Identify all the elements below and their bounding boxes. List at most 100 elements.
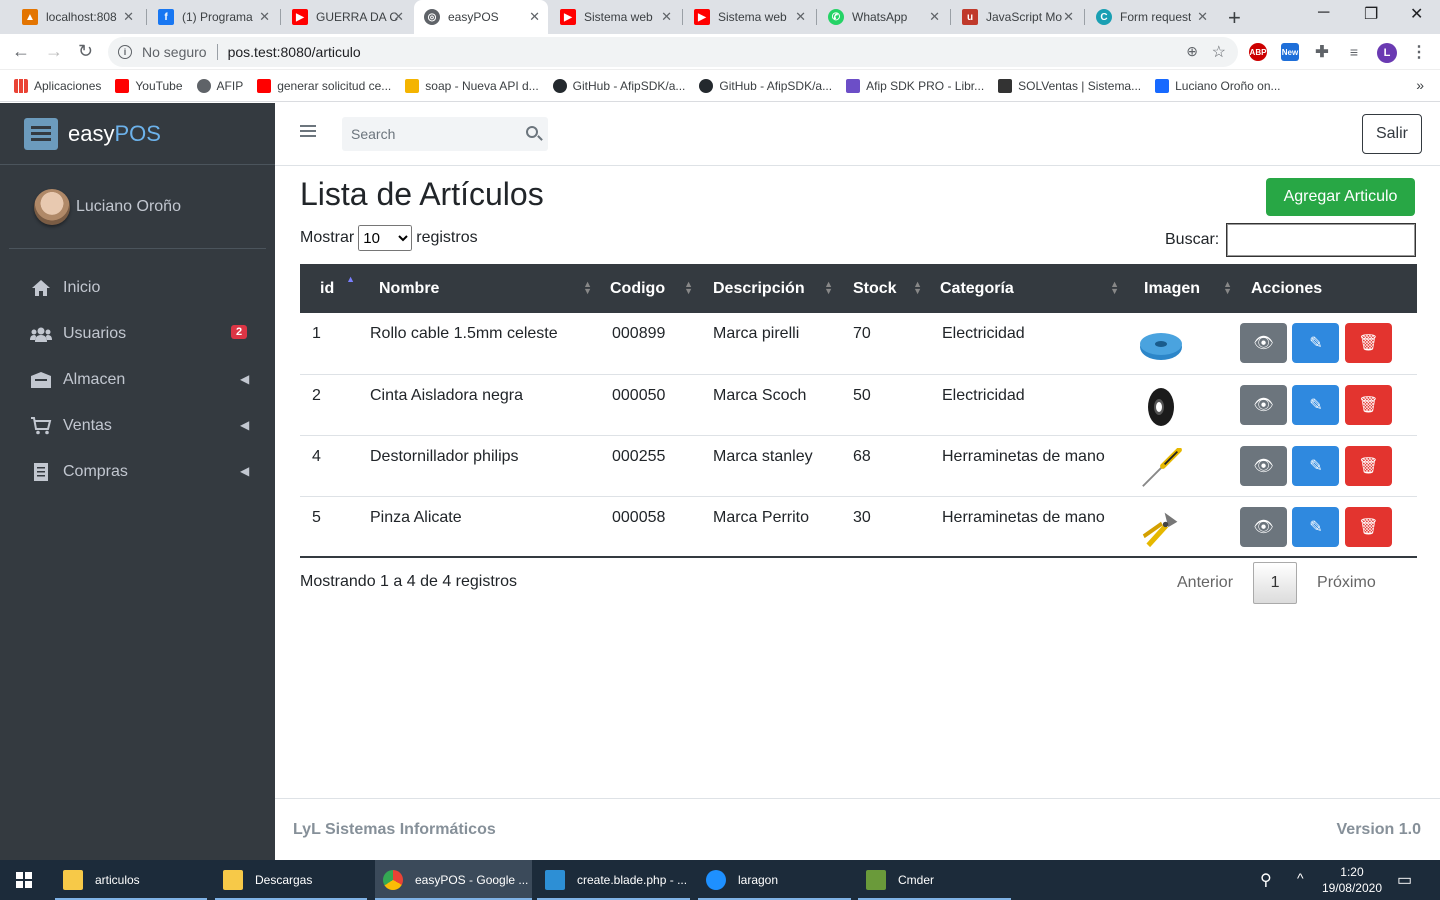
extensions-puzzle-icon[interactable]: ✚ [1313, 43, 1331, 61]
bookmarks-bar: Aplicaciones YouTube AFIP generar solici… [0, 70, 1440, 102]
delete-button[interactable]: 🗑 [1344, 384, 1392, 425]
brand-link[interactable]: easyPOS [0, 103, 275, 165]
taskbar-item-cmder[interactable]: Cmder [858, 860, 1011, 900]
people-icon[interactable]: ⚲ [1260, 870, 1272, 890]
forward-icon[interactable]: → [45, 41, 63, 62]
browser-tab[interactable]: ✆ WhatsApp ✕ [818, 0, 948, 34]
sidebar-item-inicio[interactable]: Inicio [0, 265, 275, 311]
search-input[interactable]: Search [351, 126, 395, 142]
close-icon[interactable]: ✕ [393, 9, 404, 25]
view-button[interactable]: 👁 [1240, 384, 1287, 425]
eye-icon: 👁 [1253, 335, 1274, 352]
taskbar-item-laragon[interactable]: laragon [698, 860, 851, 900]
bookmark-item[interactable]: AFIP [196, 78, 243, 93]
url-text[interactable]: pos.test:8080/articulo [228, 44, 361, 60]
reload-icon[interactable]: ↻ [78, 41, 93, 62]
chevron-right-icon[interactable]: » [1416, 77, 1424, 93]
pagination-previous[interactable]: Anterior [1177, 574, 1233, 592]
bookmark-item[interactable]: soap - Nueva API d... [405, 78, 539, 93]
column-header-id[interactable]: id ▲ [300, 264, 367, 313]
browser-tab[interactable]: ▶ GUERRA DA C ✕ [282, 0, 412, 34]
view-button[interactable]: 👁 [1240, 323, 1287, 363]
browser-tab[interactable]: C Form request ✕ [1086, 0, 1216, 34]
view-button[interactable]: 👁 [1240, 445, 1287, 486]
system-clock[interactable]: 1:20 19/08/2020 [1322, 864, 1382, 896]
browser-tab[interactable]: u JavaScript Mo ✕ [952, 0, 1082, 34]
hamburger-menu-icon[interactable] [300, 125, 316, 137]
sidebar-item-ventas[interactable]: Ventas ◀ [0, 403, 275, 449]
restore-icon[interactable]: ❐ [1364, 4, 1378, 24]
taskbar-item-vscode[interactable]: create.blade.php - ... [537, 860, 690, 900]
notifications-icon[interactable]: ▭ [1397, 870, 1412, 890]
close-icon[interactable]: ✕ [1197, 9, 1208, 25]
taskbar-item-chrome[interactable]: easyPOS - Google ... [375, 860, 532, 900]
column-header-nombre[interactable]: Nombre ▲ ▼ [367, 264, 600, 313]
media-icon[interactable]: ≡ [1345, 43, 1363, 61]
profile-avatar-icon[interactable]: L [1377, 43, 1397, 63]
info-icon[interactable]: i [118, 45, 132, 59]
edit-button[interactable]: ✎ [1292, 384, 1340, 425]
pagination-next[interactable]: Próximo [1317, 574, 1376, 592]
column-header-stock[interactable]: Stock ▲ ▼ [841, 264, 930, 313]
search-icon[interactable] [526, 126, 538, 138]
extension-new-icon[interactable]: New [1281, 43, 1299, 61]
user-name[interactable]: Luciano Oroño [76, 198, 181, 216]
column-header-imagen[interactable]: Imagen ▲ ▼ [1127, 264, 1240, 313]
bookmark-item[interactable]: Aplicaciones [14, 78, 101, 93]
sidebar-item-compras[interactable]: Compras ◀ [0, 449, 275, 495]
window-close-icon[interactable]: ✕ [1410, 4, 1423, 24]
column-header-descripcion[interactable]: Descripción ▲ ▼ [701, 264, 841, 313]
column-header-codigo[interactable]: Codigo ▲ ▼ [600, 264, 701, 313]
close-icon[interactable]: ✕ [1063, 9, 1074, 25]
bookmark-item[interactable]: Afip SDK PRO - Libr... [846, 78, 984, 93]
taskbar-item-descargas[interactable]: Descargas [215, 860, 367, 900]
column-header-categoria[interactable]: Categoría ▲ ▼ [930, 264, 1127, 313]
delete-button[interactable]: 🗑 [1344, 445, 1392, 486]
navbar-search[interactable]: Search [342, 117, 548, 151]
close-icon[interactable]: ✕ [529, 9, 540, 25]
edit-button[interactable]: ✎ [1292, 506, 1340, 547]
edit-button[interactable]: ✎ [1292, 445, 1340, 486]
back-icon[interactable]: ← [12, 41, 30, 62]
bookmark-star-icon[interactable]: ☆ [1212, 42, 1226, 62]
bookmark-item[interactable]: GitHub - AfipSDK/a... [699, 78, 832, 93]
taskbar-item-articulos[interactable]: articulos [55, 860, 207, 900]
close-icon[interactable]: ✕ [661, 9, 672, 25]
sidebar-item-almacen[interactable]: Almacen ◀ [0, 357, 275, 403]
bookmark-item[interactable]: generar solicitud ce... [257, 78, 391, 93]
view-button[interactable]: 👁 [1240, 506, 1287, 547]
tab-favicon-icon: ▲ [22, 9, 38, 25]
close-icon[interactable]: ✕ [929, 9, 940, 25]
browser-tab[interactable]: f (1) Programa ✕ [148, 0, 278, 34]
bookmark-item[interactable]: GitHub - AfipSDK/a... [552, 78, 685, 93]
github-icon [699, 78, 714, 93]
delete-button[interactable]: 🗑 [1344, 323, 1392, 363]
browser-tab[interactable]: ▲ localhost:808 ✕ [12, 0, 142, 34]
logout-button[interactable]: Salir [1362, 114, 1422, 154]
adblock-icon[interactable]: ABP [1249, 43, 1267, 61]
edit-button[interactable]: ✎ [1292, 323, 1340, 363]
bookmark-item[interactable]: SOLVentas | Sistema... [998, 78, 1141, 93]
minimize-icon[interactable]: ─ [1318, 4, 1329, 22]
zoom-icon[interactable]: ⊕ [1186, 43, 1198, 60]
close-icon[interactable]: ✕ [795, 9, 806, 25]
chevron-up-icon[interactable]: ^ [1297, 870, 1304, 886]
bookmark-item[interactable]: Luciano Oroño on... [1155, 78, 1281, 93]
omnibox[interactable]: i No seguro pos.test:8080/articulo ⊕ ☆ [108, 37, 1238, 67]
browser-tab[interactable]: ▶ Sistema web ✕ [550, 0, 680, 34]
new-tab-icon[interactable]: + [1228, 5, 1241, 31]
close-icon[interactable]: ✕ [123, 9, 134, 25]
page-length-select[interactable]: 10 [358, 225, 413, 251]
windows-start-icon[interactable] [16, 872, 32, 888]
user-panel[interactable]: Luciano Oroño [9, 165, 266, 249]
browser-tab-active[interactable]: ◎ easyPOS ✕ [414, 0, 548, 34]
menu-kebab-icon[interactable]: ⋮ [1410, 43, 1428, 61]
sidebar-item-usuarios[interactable]: Usuarios 2 [0, 311, 275, 357]
add-article-button[interactable]: Agregar Articulo [1266, 178, 1415, 216]
pagination-page-1[interactable]: 1 [1253, 562, 1298, 604]
close-icon[interactable]: ✕ [259, 9, 270, 25]
browser-tab[interactable]: ▶ Sistema web ✕ [684, 0, 814, 34]
delete-button[interactable]: 🗑 [1344, 506, 1392, 547]
bookmark-item[interactable]: YouTube [115, 78, 183, 93]
table-search-input[interactable] [1227, 224, 1416, 256]
